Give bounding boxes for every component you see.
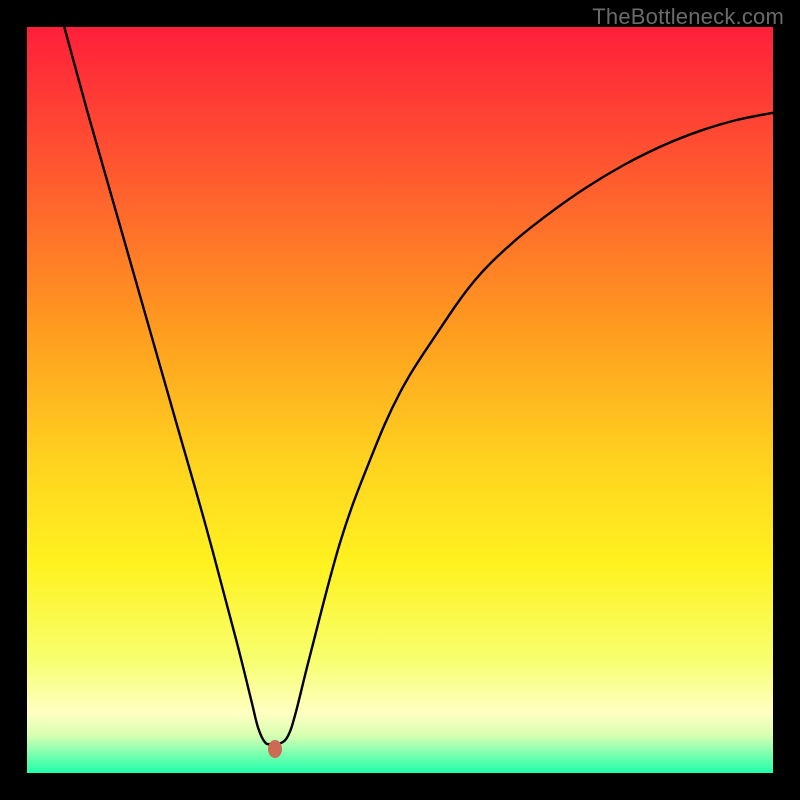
min-marker <box>268 740 282 758</box>
watermark-text: TheBottleneck.com <box>592 4 784 30</box>
curve-svg <box>27 27 773 773</box>
chart-frame: TheBottleneck.com <box>0 0 800 800</box>
curve-path <box>64 27 773 744</box>
